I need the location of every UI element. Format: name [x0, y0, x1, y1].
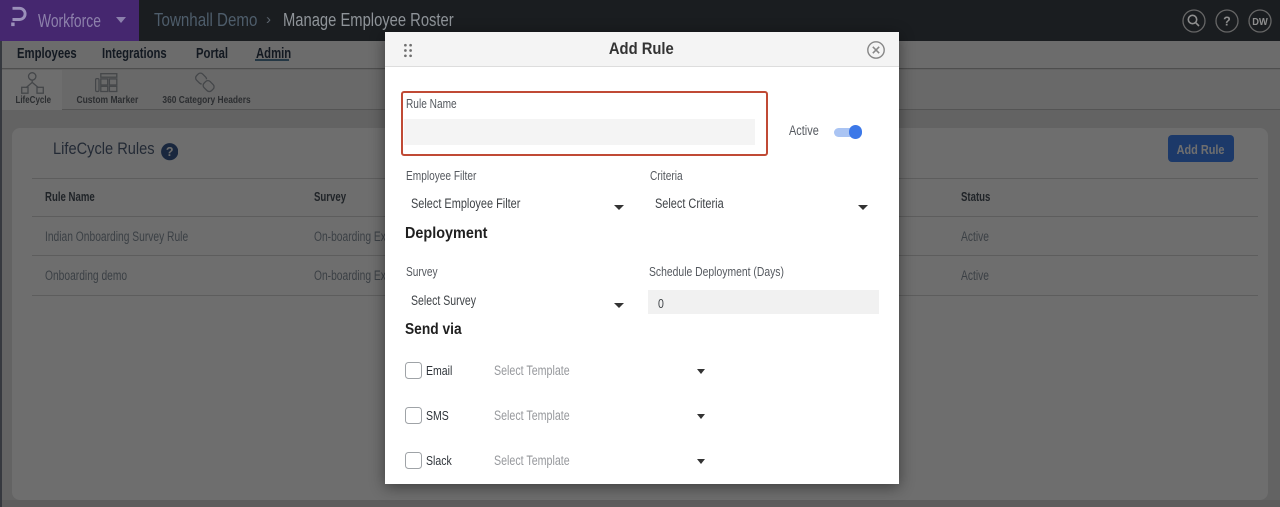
svg-text:DW: DW: [1252, 15, 1268, 27]
svg-text:?: ?: [1223, 14, 1231, 28]
